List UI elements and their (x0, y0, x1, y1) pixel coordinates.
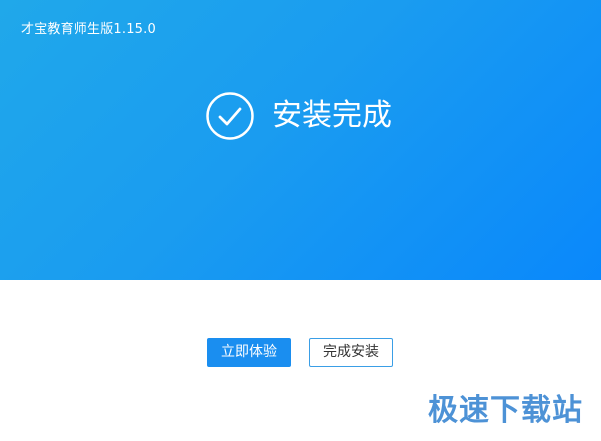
header-panel: 才宝教育师生版1.15.0 安装完成 (0, 0, 601, 280)
window-title: 才宝教育师生版1.15.0 (21, 22, 156, 37)
install-status: 安装完成 (206, 92, 392, 140)
try-now-button[interactable]: 立即体验 (207, 338, 291, 367)
check-circle-icon (206, 92, 254, 140)
finish-install-button[interactable]: 完成安装 (309, 338, 393, 367)
status-text: 安装完成 (272, 98, 392, 133)
installer-window: 才宝教育师生版1.15.0 安装完成 立即体验 完成安装 极速下载站 (0, 0, 601, 441)
watermark-logo: 极速下载站 (428, 393, 583, 428)
